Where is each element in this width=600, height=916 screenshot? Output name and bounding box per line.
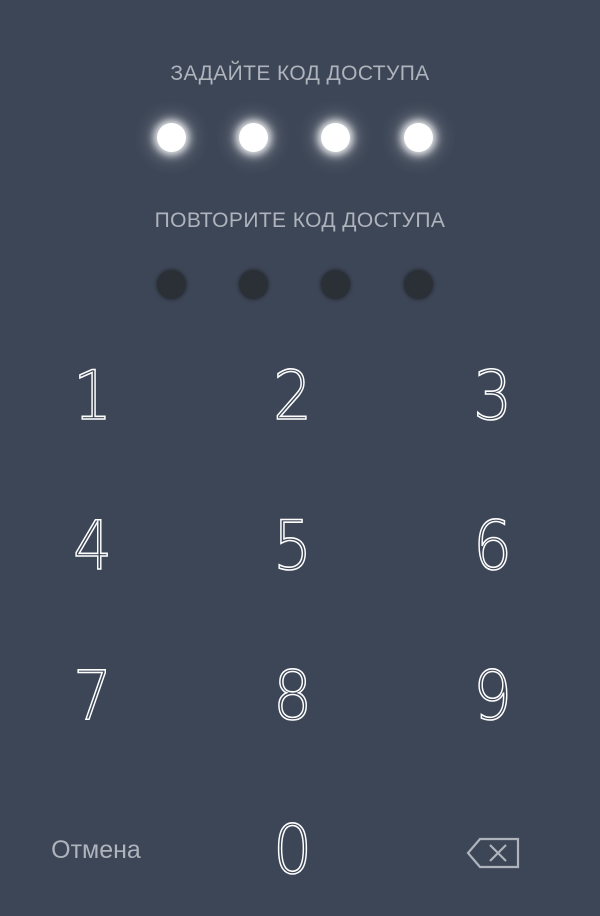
key-digit: 4 <box>73 506 113 587</box>
keypad-key-3[interactable]: 3 <box>433 352 553 442</box>
keypad-key-4[interactable]: 4 <box>33 502 153 592</box>
key-digit: 6 <box>473 506 513 587</box>
passcode-dot-empty <box>157 270 186 299</box>
keypad-key-0[interactable]: 0 <box>233 806 353 896</box>
passcode-dot-empty <box>404 270 433 299</box>
delete-button[interactable] <box>460 830 530 876</box>
second-passcode-dots <box>0 264 600 304</box>
set-passcode-prompt: ЗАДАЙТЕ КОД ДОСТУПА <box>170 62 430 85</box>
key-digit: 1 <box>73 356 113 437</box>
key-digit: 9 <box>473 656 513 737</box>
keypad-key-1[interactable]: 1 <box>33 352 153 442</box>
cancel-button[interactable]: Отмена <box>36 836 156 865</box>
passcode-dot-empty <box>239 270 268 299</box>
passcode-screen: ЗАДАЙТЕ КОД ДОСТУПА ПОВТОРИТЕ КОД ДОСТУП… <box>0 0 600 916</box>
passcode-dot-filled <box>239 123 268 152</box>
keypad-key-8[interactable]: 8 <box>233 652 353 742</box>
keypad-key-2[interactable]: 2 <box>233 352 353 442</box>
key-digit: 7 <box>73 656 113 737</box>
passcode-dot-filled <box>157 123 186 152</box>
backspace-icon <box>466 837 520 869</box>
key-digit: 5 <box>273 506 313 587</box>
passcode-dot-empty <box>321 270 350 299</box>
keypad-key-7[interactable]: 7 <box>33 652 153 742</box>
key-digit: 3 <box>473 356 513 437</box>
repeat-passcode-prompt: ПОВТОРИТЕ КОД ДОСТУПА <box>154 209 446 232</box>
keypad-key-5[interactable]: 5 <box>233 502 353 592</box>
keypad-key-6[interactable]: 6 <box>433 502 553 592</box>
key-digit: 8 <box>273 656 313 737</box>
keypad-key-9[interactable]: 9 <box>433 652 553 742</box>
first-passcode-dots <box>0 117 600 157</box>
passcode-dot-filled <box>404 123 433 152</box>
passcode-dot-filled <box>321 123 350 152</box>
key-digit: 2 <box>273 356 313 437</box>
key-digit: 0 <box>273 810 313 891</box>
